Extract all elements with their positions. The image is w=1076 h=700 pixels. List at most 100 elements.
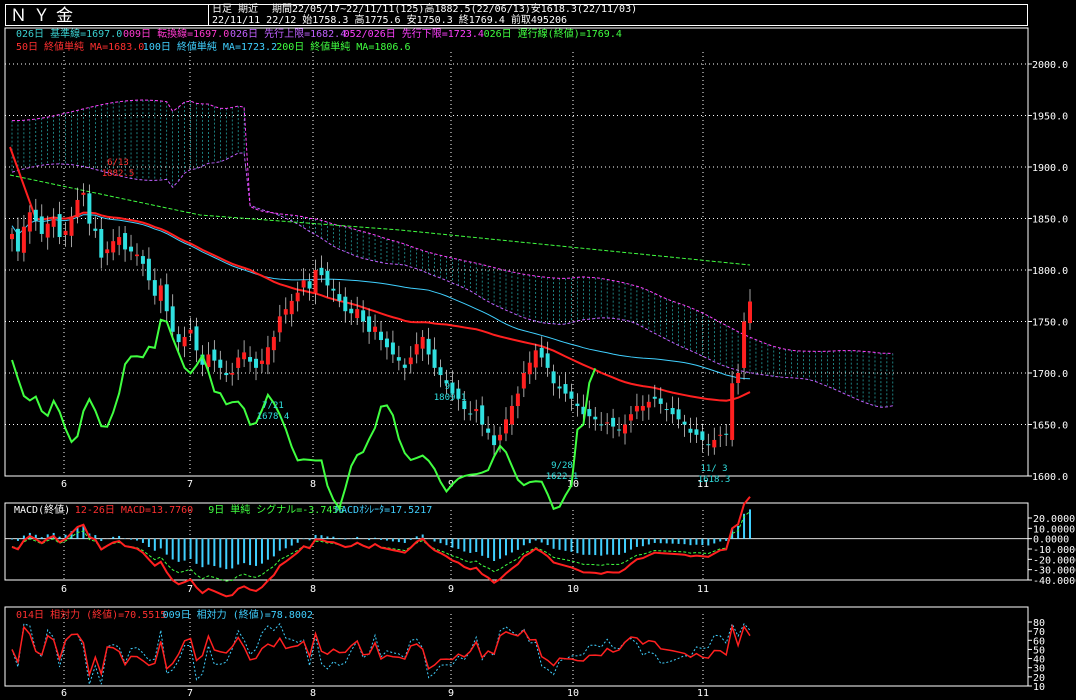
ma50-line <box>9 146 751 402</box>
candle <box>123 233 128 250</box>
candle <box>75 199 80 218</box>
candle <box>57 214 62 238</box>
macd-signal-line <box>11 511 751 582</box>
candle <box>712 439 717 448</box>
candle <box>212 349 217 361</box>
month-label: 10 <box>567 584 579 595</box>
candle <box>515 393 520 407</box>
candle <box>569 391 574 399</box>
price-panel-frame <box>4 27 1029 477</box>
candle <box>259 360 264 364</box>
candle <box>194 326 199 351</box>
low-annotation-sep: 1622.1 <box>546 472 579 482</box>
candle <box>486 428 491 433</box>
candle <box>420 336 425 349</box>
macd-tick-label: -40.0000 <box>1033 576 1076 587</box>
ma100-line <box>11 214 751 380</box>
chikou-line <box>11 318 597 511</box>
candle <box>188 329 193 334</box>
chart-svg: 6667778889991010101111112000.01950.01900… <box>4 27 1076 699</box>
candle <box>480 405 485 425</box>
price-tick-label: 1650.0 <box>1032 421 1068 432</box>
candle <box>81 192 86 195</box>
candle <box>379 331 383 341</box>
candle <box>283 309 288 315</box>
month-label: 10 <box>567 688 579 699</box>
candle <box>599 424 604 426</box>
month-label: 6 <box>61 584 67 595</box>
candle <box>402 364 407 368</box>
candle <box>87 193 92 224</box>
candle <box>349 308 354 314</box>
candle <box>248 357 253 362</box>
candle <box>492 435 497 446</box>
month-label: 11 <box>697 688 709 699</box>
candle <box>634 405 639 412</box>
candle <box>15 228 20 252</box>
candle <box>170 306 175 332</box>
candle <box>700 431 705 440</box>
price-tick-label: 1950.0 <box>1032 112 1068 123</box>
candle <box>319 267 324 276</box>
candle <box>152 280 157 296</box>
sep-annotation: 1809.1 <box>434 393 467 403</box>
candle <box>355 309 360 319</box>
price-tick-label: 1750.0 <box>1032 318 1068 329</box>
candle <box>105 249 110 254</box>
candle <box>575 403 580 406</box>
candle <box>33 209 38 221</box>
candle <box>676 409 681 420</box>
price-tick-label: 1700.0 <box>1032 369 1068 380</box>
candle <box>254 358 259 368</box>
candle <box>224 372 229 376</box>
candle <box>539 347 544 358</box>
candle <box>45 223 50 238</box>
candle <box>426 338 431 355</box>
candle <box>646 401 651 408</box>
candle <box>99 229 104 258</box>
month-label: 7 <box>187 479 193 490</box>
candle <box>640 405 645 411</box>
candle <box>474 409 479 412</box>
month-label: 8 <box>310 688 316 699</box>
candle <box>503 419 508 434</box>
candle <box>39 216 44 234</box>
candle <box>51 218 56 227</box>
sep-annotation: 9/ <box>445 382 456 392</box>
candle <box>521 373 526 389</box>
low-annotation-jul: 1678.4 <box>257 412 290 422</box>
candle <box>313 270 318 294</box>
low-annotation-nov: 11/ 3 <box>700 464 727 474</box>
candle <box>730 383 735 440</box>
candle <box>242 352 247 360</box>
candle <box>236 357 241 368</box>
candle <box>652 396 657 399</box>
candle <box>706 444 711 446</box>
candle <box>688 428 693 433</box>
candle <box>498 434 503 441</box>
candle <box>587 409 592 417</box>
candle <box>343 296 348 312</box>
candle <box>545 353 550 368</box>
macd-panel-frame <box>4 502 1029 581</box>
price-tick-label: 2000.0 <box>1032 60 1068 71</box>
candle <box>384 338 389 348</box>
candle <box>593 416 598 420</box>
low-annotation-sep: 9/28 <box>551 461 573 471</box>
candle <box>325 270 330 286</box>
candle <box>10 233 14 240</box>
candle <box>611 417 616 427</box>
candle <box>623 424 628 434</box>
candle <box>176 334 181 343</box>
candle <box>69 216 74 236</box>
candle <box>307 281 312 289</box>
candle <box>694 429 699 435</box>
rsi-tick-label: 10 <box>1033 682 1045 693</box>
candle <box>140 256 145 264</box>
candle <box>509 405 514 425</box>
candle <box>682 421 687 425</box>
candle <box>557 386 562 389</box>
rsi14-line <box>11 623 751 678</box>
rsi-panel-frame <box>4 606 1029 687</box>
month-label: 6 <box>61 479 67 490</box>
